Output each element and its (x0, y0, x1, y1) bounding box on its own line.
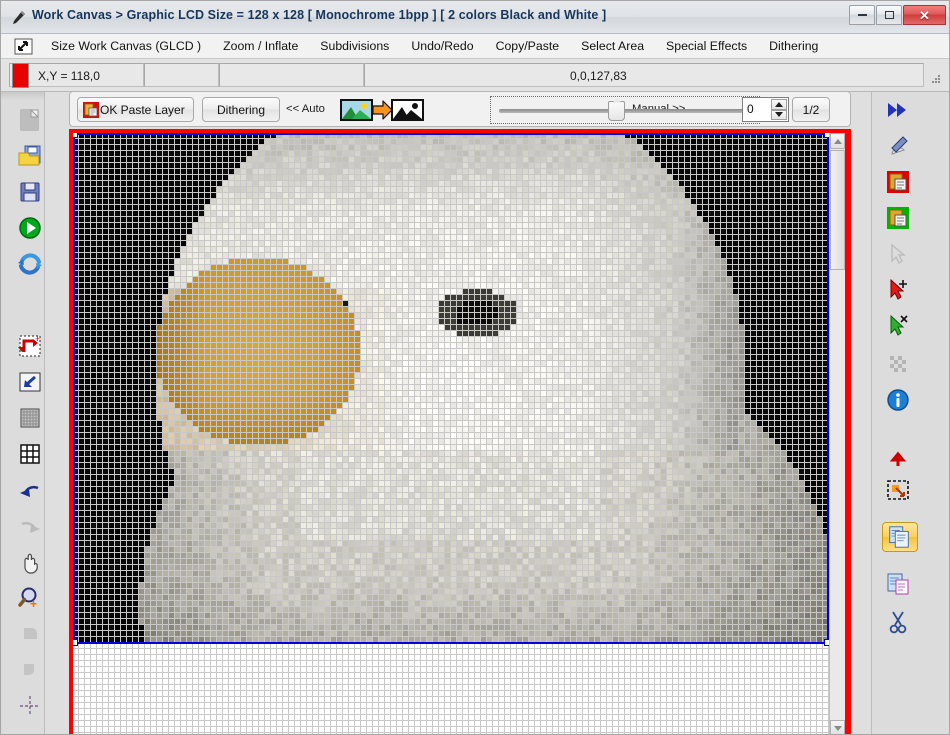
status-bar (1, 59, 950, 92)
lib-arrow-icon[interactable] (884, 440, 912, 468)
cursor-add-icon[interactable] (884, 276, 912, 304)
canvas-vertical-scrollbar[interactable] (829, 133, 845, 735)
paste-red-icon[interactable] (884, 168, 912, 196)
menu-special-effects[interactable]: Special Effects (655, 36, 758, 56)
resize-canvas-icon[interactable]: + (16, 332, 44, 360)
refresh-icon[interactable] (16, 250, 44, 278)
cursor-coordinates: X,Y = 118,0 (38, 69, 100, 83)
scroll-down-icon[interactable] (830, 720, 845, 735)
half-scale-label: 1/2 (803, 103, 820, 117)
menu-undo-redo[interactable]: Undo/Redo (400, 36, 484, 56)
grid-fine-icon[interactable] (16, 404, 44, 432)
maximize-button[interactable] (876, 5, 902, 25)
orange-arrow-icon (373, 100, 393, 120)
save-disk-icon[interactable] (16, 178, 44, 206)
menu-zoom-inflate[interactable]: Zoom / Inflate (212, 36, 309, 56)
spinner-buttons (771, 99, 787, 120)
eyedropper-icon[interactable] (884, 132, 912, 160)
paste-green-icon[interactable] (884, 204, 912, 232)
info-icon[interactable] (884, 386, 912, 414)
svg-text:+: + (35, 334, 40, 344)
paste-layer-icon (83, 102, 99, 118)
run-play-icon[interactable] (16, 214, 44, 242)
menu-bar: Size Work Canvas (GLCD ) Zoom / Inflate … (1, 34, 950, 59)
menu-select-area[interactable]: Select Area (570, 36, 655, 56)
status-segment-2 (144, 63, 219, 87)
slider-thumb[interactable] (608, 101, 625, 121)
window-controls: ✕ (849, 5, 946, 25)
left-toolbar: + (1, 92, 45, 735)
open-folder-icon[interactable] (16, 142, 44, 170)
scrollbar-thumb[interactable] (830, 150, 845, 270)
copy-icon[interactable] (886, 524, 912, 550)
menu-size-work-canvas[interactable]: Size Work Canvas (GLCD ) (40, 36, 212, 56)
spin-up-icon[interactable] (771, 99, 787, 110)
zoom-in-icon[interactable]: + (16, 584, 44, 612)
marquee-select-icon[interactable] (884, 476, 912, 504)
minimize-button[interactable] (849, 5, 875, 25)
rail-shade (1, 92, 44, 100)
right-toolbar: Lib (871, 92, 950, 735)
menu-subdivisions[interactable]: Subdivisions (309, 36, 400, 56)
dithering-label: Dithering (217, 103, 265, 117)
slider-track (499, 109, 751, 113)
cursor-disabled-icon (884, 240, 912, 268)
new-document-icon[interactable] (16, 106, 44, 134)
grid-coarse-icon[interactable] (16, 440, 44, 468)
dither-slider[interactable] (490, 96, 760, 124)
paste-icon[interactable] (884, 570, 912, 598)
canvas-viewport[interactable] (73, 133, 845, 735)
resize-grip-icon[interactable] (930, 73, 942, 85)
selection-rect-readout: 0,0,127,83 (570, 69, 627, 83)
dither-toolbar: OK Paste Layer Dithering << Auto Manual … (69, 91, 851, 127)
fast-forward-icon[interactable] (884, 96, 912, 124)
cursor-remove-icon[interactable] (884, 312, 912, 340)
menu-copy-paste[interactable]: Copy/Paste (485, 36, 571, 56)
status-segment-selection (364, 63, 924, 87)
title-bar: Work Canvas > Graphic LCD Size = 128 x 1… (1, 1, 950, 34)
spin-down-icon[interactable] (771, 110, 787, 121)
red-grid-icon[interactable] (16, 730, 44, 735)
fill-shape-icon[interactable] (16, 620, 44, 648)
spinner-value: 0 (747, 102, 754, 116)
auto-label[interactable]: << Auto (286, 103, 325, 115)
hand-pan-icon[interactable] (16, 548, 44, 576)
dither-level-spinner[interactable]: 0 (742, 97, 789, 122)
pixel-grid-canvas[interactable] (73, 133, 829, 735)
pen-icon (10, 9, 27, 26)
canvas-frame (69, 129, 851, 735)
undo-icon[interactable] (16, 476, 44, 504)
current-color-swatch[interactable] (12, 63, 29, 88)
ok-paste-layer-button[interactable]: OK Paste Layer (77, 97, 194, 122)
checkerboard-icon[interactable] (884, 350, 912, 378)
scissors-cut-icon[interactable] (884, 608, 912, 636)
redo-icon[interactable] (16, 512, 44, 540)
color-image-icon[interactable] (340, 99, 373, 121)
close-button[interactable]: ✕ (903, 5, 946, 25)
pixel-canvas[interactable] (73, 133, 829, 735)
ok-paste-layer-label: OK Paste Layer (100, 103, 185, 117)
mono-image-icon[interactable] (391, 99, 424, 121)
svg-text:+: + (30, 597, 37, 611)
fill-shape-alt-icon[interactable] (16, 656, 44, 684)
crosshair-icon[interactable] (16, 692, 44, 720)
dithering-button[interactable]: Dithering (202, 97, 280, 122)
status-segment-3 (219, 63, 364, 87)
fit-canvas-icon[interactable] (16, 368, 44, 396)
expand-arrow-icon[interactable] (13, 37, 35, 56)
half-scale-button[interactable]: 1/2 (792, 97, 830, 122)
scroll-up-icon[interactable] (830, 133, 845, 149)
menu-dithering[interactable]: Dithering (758, 36, 829, 56)
window-title: Work Canvas > Graphic LCD Size = 128 x 1… (32, 8, 606, 22)
application-window: Work Canvas > Graphic LCD Size = 128 x 1… (0, 0, 950, 735)
